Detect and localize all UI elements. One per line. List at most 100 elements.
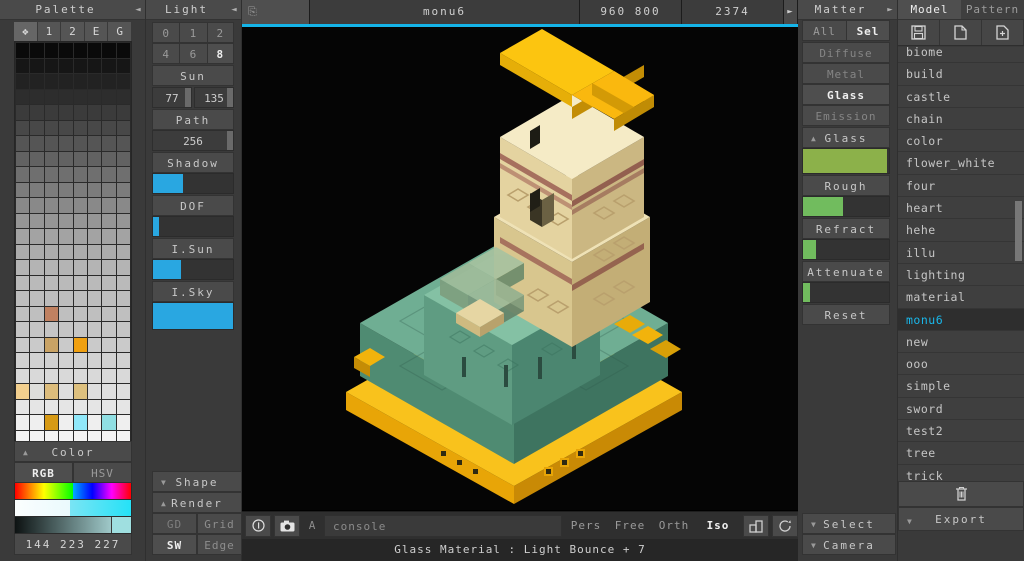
palette-swatch[interactable] bbox=[116, 399, 130, 414]
shadow-slider[interactable] bbox=[152, 173, 234, 194]
palette-swatch[interactable] bbox=[87, 182, 102, 197]
console-input[interactable]: console bbox=[324, 514, 562, 537]
palette-swatch[interactable] bbox=[116, 260, 130, 275]
palette-swatch[interactable] bbox=[59, 151, 73, 166]
palette-swatch[interactable] bbox=[116, 182, 130, 197]
render-viewport[interactable] bbox=[242, 27, 798, 510]
palette-swatch[interactable] bbox=[44, 120, 59, 135]
palette-swatch[interactable] bbox=[73, 337, 87, 352]
palette-swatch[interactable] bbox=[73, 384, 87, 399]
palette-swatch[interactable] bbox=[16, 120, 30, 135]
palette-swatch[interactable] bbox=[59, 89, 73, 104]
bounce-4-button[interactable]: 4 bbox=[152, 43, 180, 64]
palette-swatch[interactable] bbox=[87, 120, 102, 135]
palette-swatch[interactable] bbox=[116, 415, 130, 430]
palette-swatch[interactable] bbox=[102, 198, 116, 213]
palette-swatch[interactable] bbox=[44, 260, 59, 275]
palette-swatch[interactable] bbox=[73, 322, 87, 337]
palette-swatch[interactable] bbox=[102, 182, 116, 197]
chevron-right-icon[interactable]: ► bbox=[784, 0, 798, 24]
palette-swatch[interactable] bbox=[59, 182, 73, 197]
palette-swatch[interactable] bbox=[102, 213, 116, 228]
palette-swatch[interactable] bbox=[44, 105, 59, 120]
palette-swatch[interactable] bbox=[59, 198, 73, 213]
palette-swatch[interactable] bbox=[59, 105, 73, 120]
matter-type-emission[interactable]: Emission bbox=[802, 105, 890, 126]
palette-swatch[interactable] bbox=[102, 368, 116, 383]
palette-swatch[interactable] bbox=[87, 136, 102, 151]
palette-swatch[interactable] bbox=[44, 229, 59, 244]
trash-icon[interactable] bbox=[898, 481, 1024, 507]
dof-label[interactable]: DOF bbox=[152, 195, 234, 216]
palette-swatch[interactable] bbox=[87, 353, 102, 368]
palette-swatch[interactable] bbox=[30, 151, 44, 166]
palette-swatch[interactable] bbox=[30, 105, 44, 120]
palette-swatch[interactable] bbox=[44, 275, 59, 290]
palette-swatch[interactable] bbox=[16, 368, 30, 383]
model-list-item[interactable]: biome bbox=[898, 47, 1024, 64]
shadow-label[interactable]: Shadow bbox=[152, 152, 234, 173]
palette-swatch[interactable] bbox=[44, 244, 59, 259]
palette-swatch[interactable] bbox=[59, 229, 73, 244]
render-edge-button[interactable]: Edge bbox=[197, 534, 242, 555]
value-slider[interactable] bbox=[14, 517, 132, 534]
palette-swatch[interactable] bbox=[16, 213, 30, 228]
palette-swatch[interactable] bbox=[116, 368, 130, 383]
palette-swatch[interactable] bbox=[30, 291, 44, 306]
palette-swatch[interactable] bbox=[87, 198, 102, 213]
palette-swatch[interactable] bbox=[44, 182, 59, 197]
palette-swatch[interactable] bbox=[87, 291, 102, 306]
palette-swatch[interactable] bbox=[44, 136, 59, 151]
palette-tab-g[interactable]: G bbox=[108, 22, 132, 41]
palette-swatch[interactable] bbox=[59, 415, 73, 430]
model-list-item[interactable]: material bbox=[898, 286, 1024, 309]
render-gd-button[interactable]: GD bbox=[152, 513, 197, 534]
palette-swatch[interactable] bbox=[73, 120, 87, 135]
palette-swatch[interactable] bbox=[102, 322, 116, 337]
palette-swatch[interactable] bbox=[73, 105, 87, 120]
palette-swatch[interactable] bbox=[87, 322, 102, 337]
palette-swatch[interactable] bbox=[59, 167, 73, 182]
palette-tab-2[interactable]: 2 bbox=[61, 22, 85, 41]
palette-swatch[interactable] bbox=[116, 74, 130, 89]
palette-swatch[interactable] bbox=[44, 291, 59, 306]
palette-swatch[interactable] bbox=[16, 74, 30, 89]
palette-swatch[interactable] bbox=[102, 384, 116, 399]
color-value-text[interactable]: 144 223 227 bbox=[14, 534, 132, 555]
palette-swatch[interactable] bbox=[73, 198, 87, 213]
palette-swatch[interactable] bbox=[87, 415, 102, 430]
palette-swatch[interactable] bbox=[87, 275, 102, 290]
palette-swatch[interactable] bbox=[59, 260, 73, 275]
palette-swatch[interactable] bbox=[16, 291, 30, 306]
palette-swatch[interactable] bbox=[16, 89, 30, 104]
palette-swatch[interactable] bbox=[116, 306, 130, 321]
palette-swatch[interactable] bbox=[102, 229, 116, 244]
dof-slider[interactable] bbox=[152, 216, 234, 237]
palette-swatch[interactable] bbox=[116, 43, 130, 58]
sun-azimuth-field[interactable]: 77 bbox=[152, 87, 192, 108]
palette-swatch[interactable] bbox=[44, 58, 59, 73]
palette-swatch[interactable] bbox=[16, 43, 30, 58]
palette-swatch[interactable] bbox=[44, 353, 59, 368]
palette-swatch[interactable] bbox=[59, 368, 73, 383]
palette-swatch[interactable] bbox=[116, 322, 130, 337]
palette-swatch[interactable] bbox=[102, 260, 116, 275]
palette-swatch[interactable] bbox=[102, 415, 116, 430]
model-list-item[interactable]: color bbox=[898, 130, 1024, 153]
palette-swatch[interactable] bbox=[87, 260, 102, 275]
palette-swatch[interactable] bbox=[102, 43, 116, 58]
palette-swatch[interactable] bbox=[87, 167, 102, 182]
palette-swatch[interactable] bbox=[73, 260, 87, 275]
model-list-item[interactable]: sword bbox=[898, 398, 1024, 421]
palette-swatch[interactable] bbox=[16, 58, 30, 73]
camera-icon[interactable] bbox=[274, 514, 300, 537]
palette-swatch[interactable] bbox=[30, 213, 44, 228]
model-list-item[interactable]: new bbox=[898, 331, 1024, 354]
palette-swatch[interactable] bbox=[87, 337, 102, 352]
palette-swatch[interactable] bbox=[59, 353, 73, 368]
palette-swatch[interactable] bbox=[30, 182, 44, 197]
palette-swatch[interactable] bbox=[102, 399, 116, 414]
projection-orth-button[interactable]: Orth bbox=[652, 515, 696, 537]
palette-swatch[interactable] bbox=[116, 58, 130, 73]
palette-swatch[interactable] bbox=[30, 275, 44, 290]
